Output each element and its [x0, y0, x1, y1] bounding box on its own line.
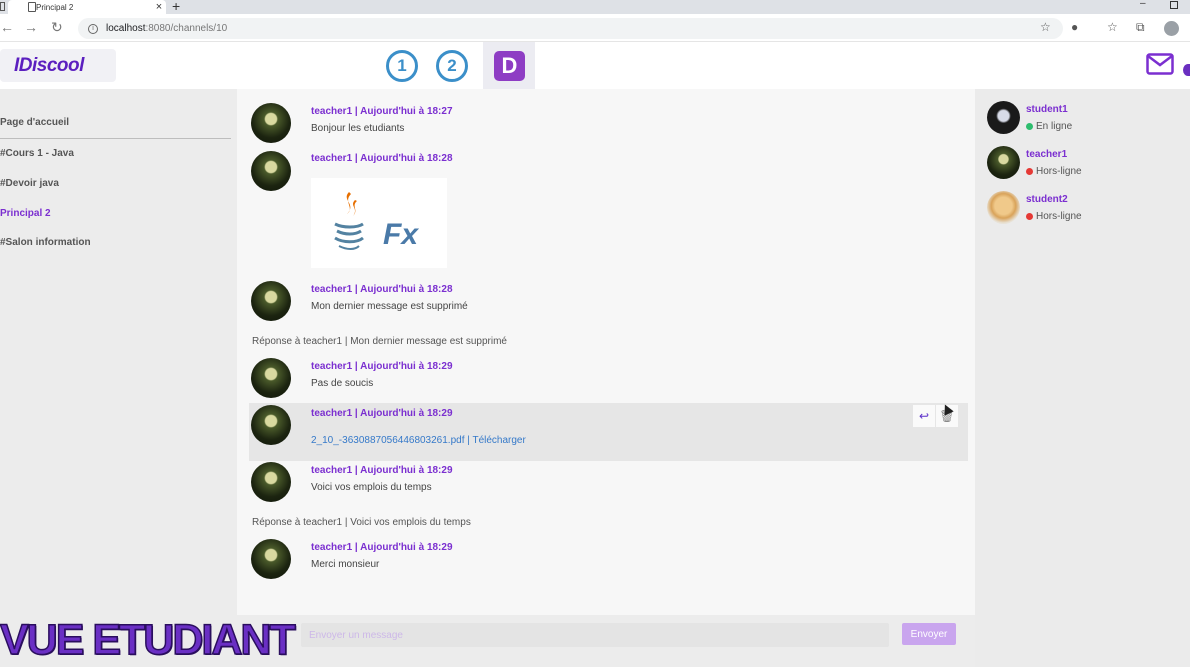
address-bar: ← → ↻ i localhost:8080/channels/10 ☆ ● ☆…: [0, 14, 1190, 42]
member-status: Hors-ligne: [1026, 211, 1082, 222]
java-logo-icon: [334, 192, 364, 250]
tab-search-icon[interactable]: [0, 2, 5, 11]
member-status: En ligne: [1026, 121, 1072, 132]
message: teacher1 | Aujourd'hui à 18:29 Pas de so…: [249, 356, 968, 400]
avatar: [987, 101, 1020, 134]
video-caption: VUE ETUDIANT: [0, 615, 296, 665]
send-button[interactable]: Envoyer: [902, 623, 956, 645]
reply-icon: ↩: [918, 409, 930, 423]
message: teacher1 | Aujourd'hui à 18:28 Mon derni…: [249, 279, 968, 323]
avatar[interactable]: [251, 151, 291, 191]
window-restore-button[interactable]: [1170, 1, 1178, 9]
channel-sidebar: Page d'accueil #Cours 1 - Java #Devoir j…: [0, 89, 237, 667]
reply-reference[interactable]: Réponse à teacher1 | Mon dernier message…: [252, 336, 507, 347]
member-name: student1: [1026, 104, 1068, 115]
sidebar-item-salon-information[interactable]: #Salon information: [0, 237, 91, 248]
avatar: [987, 191, 1020, 224]
member-name: teacher1: [1026, 149, 1068, 160]
member-status-label: En ligne: [1036, 121, 1073, 132]
message-text: Pas de soucis: [311, 378, 374, 389]
reply-reference[interactable]: Réponse à teacher1 | Voici vos emplois d…: [252, 517, 471, 528]
avatar[interactable]: [251, 103, 291, 143]
message-author: teacher1 | Aujourd'hui à 18:29: [311, 465, 453, 476]
message-author: teacher1 | Aujourd'hui à 18:27: [311, 106, 453, 117]
bookmark-star-icon[interactable]: ☆: [1040, 20, 1051, 34]
member-name: student2: [1026, 194, 1068, 205]
message-list: teacher1 | Aujourd'hui à 18:27 Bonjour l…: [237, 89, 975, 615]
page-icon: [28, 2, 36, 12]
back-icon[interactable]: ←: [0, 19, 14, 35]
sidebar-item-home[interactable]: Page d'accueil: [0, 117, 69, 128]
message: teacher1 | Aujourd'hui à 18:29 Voici vos…: [249, 460, 968, 504]
server-button-d-wrapper: D: [483, 42, 535, 89]
collections-icon[interactable]: ⧉: [1136, 20, 1145, 35]
message-author: teacher1 | Aujourd'hui à 18:29: [311, 408, 453, 419]
avatar[interactable]: [251, 539, 291, 579]
member-item[interactable]: student2 Hors-ligne: [987, 191, 1177, 227]
message-author: teacher1 | Aujourd'hui à 18:28: [311, 284, 453, 295]
favorites-icon[interactable]: ☆: [1107, 20, 1118, 34]
site-info-icon[interactable]: i: [88, 23, 98, 34]
sidebar-divider: [0, 138, 231, 139]
member-status-label: Hors-ligne: [1036, 211, 1082, 222]
avatar[interactable]: [251, 462, 291, 502]
status-dot-icon: [1026, 213, 1033, 220]
message-composer: Envoyer: [237, 615, 975, 667]
message-author: teacher1 | Aujourd'hui à 18:29: [311, 361, 453, 372]
message: teacher1 | Aujourd'hui à 18:27 Bonjour l…: [249, 101, 968, 145]
url-input[interactable]: i localhost:8080/channels/10: [78, 18, 1063, 39]
tab-title: Principal 2: [36, 2, 74, 12]
url-host: localhost: [106, 23, 146, 34]
avatar: [987, 146, 1020, 179]
sidebar-item-cours-java[interactable]: #Cours 1 - Java: [0, 148, 74, 159]
message-input[interactable]: [301, 623, 889, 647]
server-button-2[interactable]: 2: [436, 50, 468, 82]
browser-tab[interactable]: Principal 2 ×: [8, 0, 166, 14]
message: teacher1 | Aujourd'hui à 18:28 Fx: [249, 149, 968, 271]
member-status: Hors-ligne: [1026, 166, 1082, 177]
message-image[interactable]: Fx: [311, 178, 447, 268]
mail-icon[interactable]: [1146, 53, 1174, 75]
member-item[interactable]: teacher1 Hors-ligne: [987, 146, 1177, 182]
status-dot-icon: [1026, 168, 1033, 175]
new-tab-button[interactable]: +: [172, 0, 180, 13]
status-dot-icon: [1026, 123, 1033, 130]
app-header: IDiscool 1 2 D: [0, 42, 1190, 89]
message-text: Bonjour les etudiants: [311, 123, 405, 134]
file-download-link[interactable]: 2_10_-3630887056446803261.pdf | Téléchar…: [311, 435, 526, 446]
sidebar-item-devoir-java[interactable]: #Devoir java: [0, 178, 59, 189]
forward-icon[interactable]: →: [24, 19, 38, 35]
server-button-d[interactable]: D: [494, 51, 525, 81]
browser-tabbar: Principal 2 × + –: [0, 0, 1190, 14]
window-minimize-button[interactable]: –: [1140, 0, 1146, 9]
message-author: teacher1 | Aujourd'hui à 18:28: [311, 153, 453, 164]
message-hovered: teacher1 | Aujourd'hui à 18:29 2_10_-363…: [249, 403, 968, 461]
avatar[interactable]: [251, 358, 291, 398]
reload-icon[interactable]: ↻: [51, 19, 63, 35]
avatar[interactable]: [251, 405, 291, 445]
user-avatar[interactable]: [1183, 64, 1190, 76]
avatar[interactable]: [251, 281, 291, 321]
member-item[interactable]: student1 En ligne: [987, 101, 1177, 137]
message-text: Mon dernier message est supprimé: [311, 301, 468, 312]
reply-button[interactable]: ↩: [913, 405, 935, 427]
extension-icon[interactable]: ●: [1071, 20, 1078, 34]
tab-close-icon[interactable]: ×: [152, 0, 166, 14]
url-path: :8080/channels/10: [145, 23, 228, 34]
server-button-1[interactable]: 1: [386, 50, 418, 82]
message-text: Voici vos emplois du temps: [311, 482, 432, 493]
logo-text: IDiscool: [14, 54, 84, 76]
logo[interactable]: IDiscool: [0, 49, 116, 82]
profile-icon[interactable]: [1164, 21, 1179, 36]
sidebar-item-principal-2[interactable]: Principal 2: [0, 208, 51, 219]
member-status-label: Hors-ligne: [1036, 166, 1082, 177]
message-text: Merci monsieur: [311, 559, 380, 570]
message-author: teacher1 | Aujourd'hui à 18:29: [311, 542, 453, 553]
member-list: student1 En ligne teacher1 Hors-ligne st…: [975, 89, 1190, 667]
image-caption: Fx: [383, 218, 419, 251]
message: teacher1 | Aujourd'hui à 18:29 Merci mon…: [249, 537, 968, 581]
